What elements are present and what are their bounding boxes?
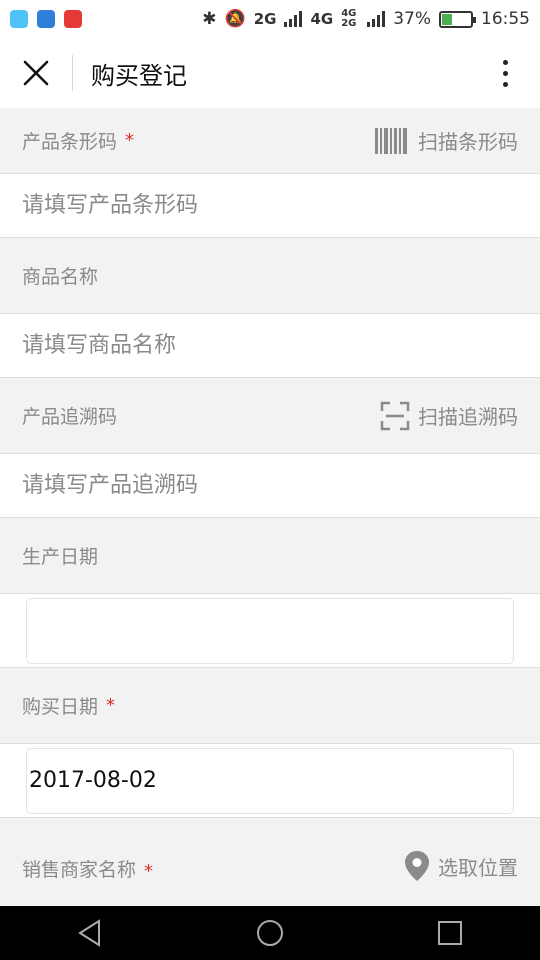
back-triangle-icon (78, 919, 100, 947)
purchase-registration-form: 产品条形码 * 扫描条形码 商品名称 产品追溯码 (0, 108, 540, 894)
battery-icon (439, 10, 476, 28)
page-title: 购买登记 (91, 61, 187, 90)
huawei-icon (64, 10, 82, 28)
product-name-label: 商品名称 (22, 266, 99, 288)
purchase-date-row: 2017-08-02 (0, 744, 540, 818)
clock: 16:55 (481, 9, 530, 29)
required-mark: * (144, 861, 154, 882)
more-options-button[interactable] (470, 38, 540, 108)
production-date-label: 生产日期 (22, 546, 99, 568)
production-date-field[interactable] (26, 597, 514, 664)
trace-code-label: 产品追溯码 (22, 406, 118, 428)
notification-icons (10, 10, 82, 28)
barcode-input[interactable] (22, 193, 518, 218)
scan-trace-code-label: 扫描追溯码 (418, 405, 518, 429)
barcode-input-row (0, 174, 540, 238)
merchant-name-label: 销售商家名称 (22, 859, 137, 881)
header-divider (72, 55, 73, 91)
status-bar: ✱ 🔕 2G 4G 4G 2G 37% 16:55 (0, 0, 540, 38)
product-name-label-row: 商品名称 (0, 238, 540, 314)
signal-icon (284, 11, 303, 27)
network-2g-label: 2G (253, 10, 277, 28)
more-dot-icon (502, 81, 508, 87)
network-secondary-label: 4G 2G (341, 8, 357, 29)
scan-trace-code-button[interactable]: 扫描追溯码 (380, 401, 518, 431)
system-nav-bar (0, 906, 540, 960)
network-4g-label: 4G (310, 10, 334, 28)
mute-icon: 🔕 (224, 9, 246, 29)
barcode-label-row: 产品条形码 * 扫描条形码 (0, 108, 540, 174)
nav-back-button[interactable] (60, 906, 120, 960)
system-indicators: ✱ 🔕 2G 4G 4G 2G 37% 16:55 (202, 8, 530, 30)
close-button[interactable] (0, 38, 72, 108)
location-pin-icon (405, 851, 429, 881)
more-dot-icon (502, 59, 508, 65)
barcode-icon (375, 127, 407, 154)
nav-recents-button[interactable] (420, 906, 480, 960)
barcode-label: 产品条形码 (22, 131, 118, 153)
required-mark: * (125, 130, 135, 151)
purchase-date-label: 购买日期 (22, 696, 99, 718)
scan-barcode-button[interactable]: 扫描条形码 (374, 126, 518, 155)
home-circle-icon (257, 920, 283, 946)
bluetooth-icon: ✱ (202, 9, 217, 29)
scan-barcode-label: 扫描条形码 (418, 130, 518, 154)
purchase-date-label-row: 购买日期 * (0, 668, 540, 744)
production-date-label-row: 生产日期 (0, 518, 540, 594)
app-header: 购买登记 (0, 38, 540, 108)
scan-frame-icon (380, 401, 410, 430)
select-location-label: 选取位置 (438, 855, 518, 880)
more-dot-icon (502, 70, 508, 76)
recents-square-icon (438, 921, 462, 945)
gallery-icon (37, 10, 55, 28)
product-name-input[interactable] (22, 333, 518, 358)
merchant-name-label-row: 销售商家名称 * 选取位置 (0, 818, 540, 894)
trace-code-input[interactable] (22, 473, 518, 498)
signal-icon-secondary (367, 11, 386, 27)
battery-percent: 37% (393, 9, 431, 29)
purchase-date-field[interactable]: 2017-08-02 (26, 747, 514, 814)
product-name-input-row (0, 314, 540, 378)
trace-code-input-row (0, 454, 540, 518)
nav-home-button[interactable] (240, 906, 300, 960)
close-icon (23, 60, 49, 86)
production-date-row (0, 594, 540, 668)
trace-code-label-row: 产品追溯码 扫描追溯码 (0, 378, 540, 454)
required-mark: * (106, 695, 116, 716)
usb-icon (10, 10, 28, 28)
select-location-button[interactable]: 选取位置 (404, 850, 518, 882)
